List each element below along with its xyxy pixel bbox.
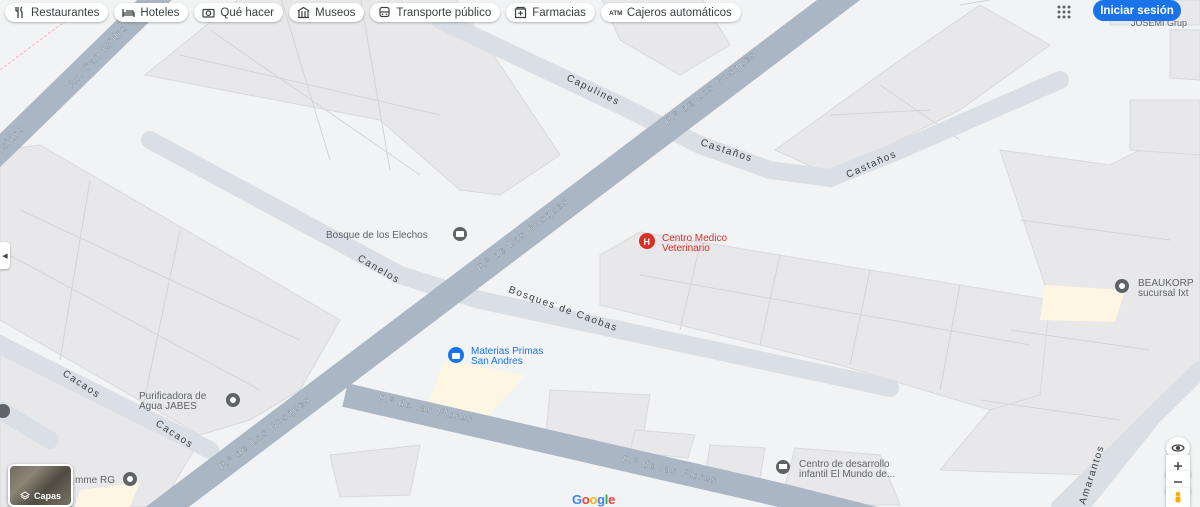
atm-icon: ATM [609, 6, 622, 19]
poi-label-centro-medico-2: Veterinario [662, 243, 710, 254]
category-chips: Restaurantes Hoteles Qué hacer Museos Tr… [5, 3, 741, 22]
poi-label-materias-2: San Andres [471, 356, 523, 367]
plus-icon [1174, 462, 1182, 470]
poi-label-purificadora-2: Agua JABES [139, 401, 197, 412]
location-eye-icon [1171, 444, 1185, 452]
chip-farmacias[interactable]: Farmacias [506, 3, 595, 22]
poi-label-mme-rg: mme RG [75, 475, 115, 486]
pegman-icon [1175, 491, 1181, 502]
camera-icon [202, 6, 216, 19]
google-logo-text: Google [572, 492, 615, 507]
google-logo: Google [572, 492, 615, 507]
apps-grid-button[interactable] [1052, 1, 1076, 23]
restaurant-icon [13, 6, 26, 19]
layers-label: Capas [33, 491, 61, 501]
chip-hoteles[interactable]: Hoteles [114, 3, 189, 22]
chip-label: Farmacias [532, 6, 586, 19]
collapse-side-panel-button[interactable]: ◀ [0, 242, 10, 269]
chip-restaurantes[interactable]: Restaurantes [5, 3, 109, 22]
chip-cajeros[interactable]: ATM Cajeros automáticos [600, 3, 741, 22]
chip-label: Museos [315, 6, 356, 19]
map-canvas[interactable]: Av. San Isidro Isidro Capulines Castaños… [0, 0, 1200, 507]
poi-label-beaukorp-2: sucursal Ixt [1138, 288, 1189, 299]
svg-text:H: H [644, 237, 651, 247]
layers-icon [20, 491, 30, 500]
chip-museos[interactable]: Museos [289, 3, 365, 22]
google-logo-letter: o [589, 492, 598, 507]
signin-button[interactable]: Iniciar sesión [1093, 0, 1181, 21]
google-logo-letter: e [608, 492, 616, 507]
bus-icon [378, 6, 391, 19]
poi-label-bosque-elechos: Bosque de los Elechos [326, 230, 428, 241]
minus-icon [1174, 481, 1182, 483]
svg-text:ATM: ATM [609, 10, 622, 17]
chip-label: Cajeros automáticos [626, 6, 732, 19]
chip-que-hacer[interactable]: Qué hacer [194, 3, 284, 22]
chevron-left-icon: ◀ [2, 252, 8, 260]
chip-label: Restaurantes [31, 6, 100, 19]
chip-label: Qué hacer [220, 6, 275, 19]
layers-label-row: Capas [10, 491, 71, 501]
poi-label-centro-desarrollo-2: infantil El Mundo de... [799, 469, 895, 480]
layers-button[interactable]: Capas [8, 464, 73, 507]
chip-label: Transporte público [396, 6, 492, 19]
chip-transporte-publico[interactable]: Transporte público [370, 3, 501, 22]
pharmacy-icon [514, 6, 527, 19]
google-logo-letter: g [597, 492, 605, 507]
hotel-bed-icon [122, 6, 136, 19]
street-view-pegman-button[interactable] [1166, 488, 1190, 507]
google-logo-letter: G [572, 492, 582, 507]
chip-label: Hoteles [140, 6, 180, 19]
apps-grid-icon [1057, 5, 1071, 19]
poi-mme-rg[interactable]: mme RG [75, 472, 137, 486]
museum-icon [297, 6, 310, 19]
